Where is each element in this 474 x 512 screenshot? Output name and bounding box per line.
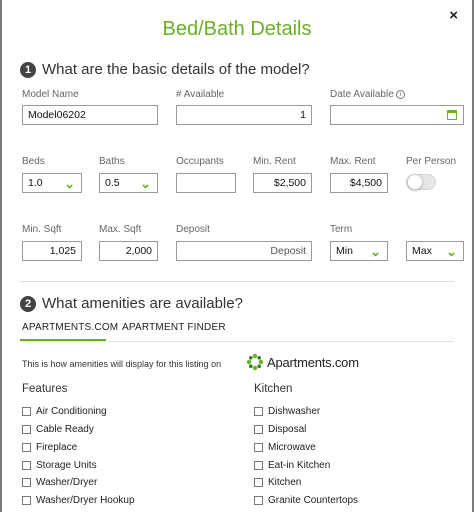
occupants-label: Occupants (176, 156, 224, 167)
checkbox[interactable] (254, 460, 263, 470)
amenity-label: Kitchen (268, 476, 302, 488)
modal-title: Bed/Bath Details (162, 18, 312, 40)
min-rent-label: Min. Rent (253, 156, 296, 167)
checkbox[interactable] (22, 477, 31, 487)
checkbox[interactable] (254, 477, 263, 487)
amenity-eat-in-kitchen[interactable]: Eat-in Kitchen (254, 458, 330, 472)
active-tab-indicator (20, 339, 106, 341)
amenity-cable-ready[interactable]: Cable Ready (22, 422, 94, 436)
term-max-value: Max (412, 245, 432, 257)
amenity-storage-units[interactable]: Storage Units (22, 458, 97, 472)
date-available-label: Date Available i (330, 89, 405, 100)
features-heading: Features (22, 383, 68, 395)
section-2-title: What amenities are available? (42, 295, 243, 312)
beds-select[interactable]: 1.0 ⌄ (22, 173, 82, 193)
display-note: This is how amenities will display for t… (22, 359, 222, 369)
amenity-microwave[interactable]: Microwave (254, 440, 316, 454)
beds-label: Beds (22, 156, 45, 167)
amenity-label: Storage Units (36, 459, 97, 471)
kitchen-heading: Kitchen (254, 383, 293, 395)
apartments-logo-icon (246, 353, 264, 371)
tabs-rule (20, 341, 454, 342)
amenity-disposal[interactable]: Disposal (254, 422, 306, 436)
section-1-heading: 1 What are the basic details of the mode… (20, 61, 310, 78)
amenity-label: Granite Countertops (268, 494, 359, 506)
date-available-label-text: Date Available (330, 89, 394, 100)
min-sqft-label: Min. Sqft (22, 224, 62, 235)
info-icon[interactable]: i (395, 90, 405, 99)
tab-apartment-finder[interactable]: APARTMENT FINDER (122, 322, 226, 333)
chevron-down-icon: ⌄ (140, 176, 151, 191)
apartments-com-logo: Apartments.com (246, 353, 359, 371)
amenity-label: Disposal (268, 423, 307, 435)
per-person-label: Per Person (406, 156, 457, 167)
section-2-heading: 2 What amenities are available? (20, 295, 243, 312)
apartments-logo-text: Apartments.com (267, 354, 359, 370)
amenity-fireplace[interactable]: Fireplace (22, 440, 77, 454)
checkbox[interactable] (254, 424, 263, 434)
deposit-label: Deposit (176, 224, 210, 235)
amenity-label: Eat-in Kitchen (268, 459, 331, 471)
checkbox[interactable] (22, 442, 31, 452)
occupants-input[interactable] (176, 173, 236, 193)
amenity-washer-dryer[interactable]: Washer/Dryer (22, 475, 97, 489)
amenity-dishwasher[interactable]: Dishwasher (254, 404, 320, 418)
tab-apartments-com[interactable]: APARTMENTS.COM (22, 322, 118, 333)
amenity-label: Washer/Dryer (36, 476, 98, 488)
amenity-label: Air Conditioning (36, 405, 107, 417)
model-name-input[interactable]: Model06202 (22, 105, 158, 125)
checkbox[interactable] (22, 495, 31, 505)
chevron-down-icon: ⌄ (446, 244, 457, 259)
term-min-select[interactable]: Min ⌄ (330, 241, 388, 261)
available-label: # Available (176, 89, 225, 100)
checkbox[interactable] (254, 406, 263, 416)
amenity-granite-countertops[interactable]: Granite Countertops (254, 493, 358, 507)
section-divider (20, 281, 454, 282)
checkbox[interactable] (22, 424, 31, 434)
bed-bath-details-modal: Bed/Bath Details × 1 What are the basic … (2, 0, 472, 512)
amenity-label: Microwave (268, 441, 316, 453)
calendar-icon[interactable] (447, 110, 457, 120)
amenity-label: Fireplace (36, 441, 78, 453)
checkbox[interactable] (22, 460, 31, 470)
deposit-input[interactable]: Deposit (176, 241, 312, 261)
max-rent-label: Max. Rent (330, 156, 376, 167)
toggle-knob (407, 174, 423, 190)
section-1-title: What are the basic details of the model? (42, 61, 310, 78)
amenity-label: Dishwasher (268, 405, 321, 417)
min-rent-input[interactable]: $2,500 (253, 173, 312, 193)
max-rent-input[interactable]: $4,500 (330, 173, 388, 193)
per-person-toggle[interactable] (406, 174, 436, 190)
min-sqft-input[interactable]: 1,025 (22, 241, 82, 261)
baths-select[interactable]: 0.5 ⌄ (99, 173, 158, 193)
amenity-air-conditioning[interactable]: Air Conditioning (22, 404, 107, 418)
amenity-label: Cable Ready (36, 423, 94, 435)
beds-value: 1.0 (28, 177, 43, 189)
term-label: Term (330, 224, 353, 235)
step-2-badge: 2 (20, 295, 36, 312)
max-sqft-label: Max. Sqft (99, 224, 142, 235)
close-icon[interactable]: × (449, 7, 458, 24)
baths-value: 0.5 (105, 177, 120, 189)
amenity-label: Washer/Dryer Hookup (36, 494, 135, 506)
chevron-down-icon: ⌄ (64, 176, 75, 191)
available-input[interactable]: 1 (176, 105, 312, 125)
date-available-input[interactable] (330, 105, 464, 125)
term-min-value: Min (336, 245, 353, 257)
amenity-kitchen[interactable]: Kitchen (254, 475, 301, 489)
baths-label: Baths (99, 156, 125, 167)
term-max-select[interactable]: Max ⌄ (406, 241, 464, 261)
checkbox[interactable] (22, 406, 31, 416)
checkbox[interactable] (254, 442, 263, 452)
checkbox[interactable] (254, 495, 263, 505)
step-1-badge: 1 (20, 61, 36, 78)
max-sqft-input[interactable]: 2,000 (99, 241, 158, 261)
model-name-label: Model Name (22, 89, 79, 100)
chevron-down-icon: ⌄ (370, 244, 381, 259)
amenity-washer-dryer-hookup[interactable]: Washer/Dryer Hookup (22, 493, 135, 507)
